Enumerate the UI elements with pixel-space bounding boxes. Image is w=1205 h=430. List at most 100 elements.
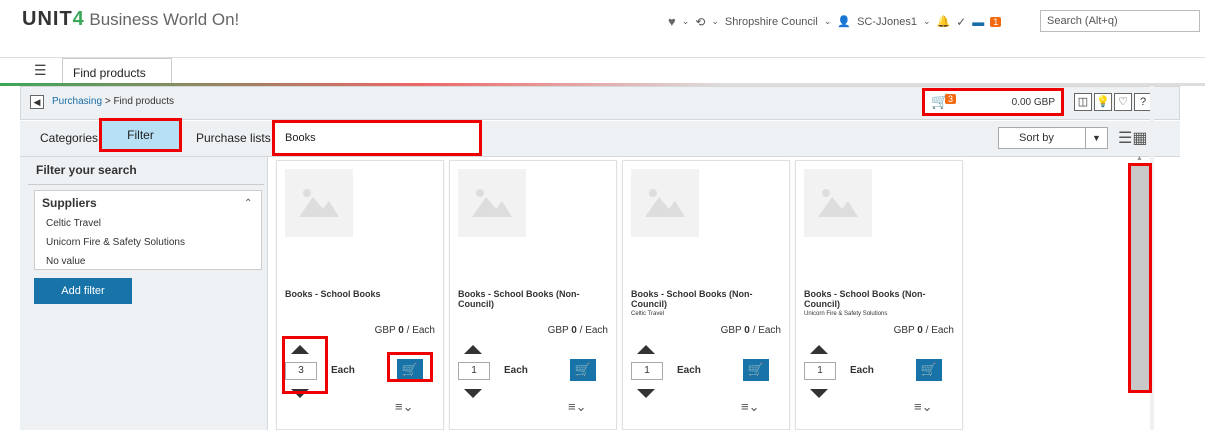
- menu-icon[interactable]: ☰: [34, 62, 47, 79]
- add-to-cart-highlight: [387, 352, 433, 382]
- company-dropdown-icon[interactable]: ⌄: [824, 16, 832, 27]
- back-icon[interactable]: ◀: [30, 95, 44, 109]
- history-dropdown-icon[interactable]: ⌄: [711, 16, 719, 27]
- favorites-dropdown-icon[interactable]: ⌄: [682, 16, 690, 27]
- product-title[interactable]: Books - School Books (Non-Council): [631, 289, 781, 309]
- increase-quantity-icon[interactable]: [637, 345, 655, 354]
- price-unit: / Each: [925, 325, 954, 336]
- product-title[interactable]: Books - School Books: [285, 289, 435, 299]
- company-selector[interactable]: Shropshire Council: [725, 16, 818, 28]
- logo-unit-text: UNIT: [22, 8, 73, 30]
- image-icon: [645, 189, 685, 217]
- collapse-icon[interactable]: ⌃: [244, 198, 252, 209]
- tab-filter[interactable]: Filter: [99, 118, 182, 152]
- cart-amount: 0.00 GBP: [1011, 97, 1055, 108]
- decrease-quantity-icon[interactable]: [637, 389, 655, 398]
- product-title[interactable]: Books - School Books (Non-Council): [458, 289, 608, 309]
- layout-toggle-icon[interactable]: ◫: [1074, 93, 1092, 111]
- supplier-option[interactable]: Unicorn Fire & Safety Solutions: [46, 237, 185, 248]
- price-currency: GBP: [374, 325, 396, 336]
- price-currency: GBP: [547, 325, 569, 336]
- increase-quantity-icon[interactable]: [810, 345, 828, 354]
- user-icon: 👤: [837, 16, 852, 28]
- top-actions: ♥ ⌄ ⟲ ⌄ Shropshire Council ⌄ 👤 SC-JJones…: [668, 14, 1002, 29]
- shopping-cart-summary[interactable]: 🛒 3 0.00 GBP: [922, 88, 1064, 116]
- price-value: 0: [917, 325, 923, 336]
- breadcrumb: Purchasing > Find products: [52, 96, 174, 107]
- product-search-input[interactable]: Books: [272, 120, 482, 156]
- global-search-placeholder: Search (Alt+q): [1047, 15, 1118, 27]
- product-supplier: Celtic Travel: [631, 311, 665, 317]
- decrease-quantity-icon[interactable]: [810, 389, 828, 398]
- history-icon[interactable]: ⟲: [695, 15, 705, 29]
- more-options-icon[interactable]: ≡⌄: [395, 399, 413, 415]
- price-value: 0: [571, 325, 577, 336]
- product-card[interactable]: Books - School Books (Non-Council) GBP 0…: [449, 160, 617, 430]
- product-image-placeholder: [804, 169, 872, 237]
- quantity-unit: Each: [504, 365, 528, 376]
- product-card[interactable]: Books - School Books (Non-Council) Unico…: [795, 160, 963, 430]
- more-options-icon[interactable]: ≡⌄: [914, 399, 932, 415]
- quantity-unit: Each: [331, 365, 355, 376]
- favorites-icon[interactable]: ♥: [668, 14, 676, 29]
- tab-categories[interactable]: Categories: [40, 131, 98, 145]
- product-image-placeholder: [458, 169, 526, 237]
- sort-by-label: Sort by: [1019, 132, 1054, 144]
- favorite-heart-icon[interactable]: ♡: [1114, 93, 1132, 111]
- supplier-option[interactable]: No value: [46, 256, 85, 267]
- price-unit: / Each: [752, 325, 781, 336]
- product-card[interactable]: Books - School Books (Non-Council) Celti…: [622, 160, 790, 430]
- lightbulb-icon[interactable]: 💡: [1094, 93, 1112, 111]
- product-price: GBP 0 / Each: [375, 325, 435, 336]
- sort-by-select[interactable]: Sort by ▼: [998, 127, 1108, 149]
- price-unit: / Each: [406, 325, 435, 336]
- add-to-cart-button[interactable]: 🛒: [916, 359, 942, 381]
- app-name: Business World On!: [89, 10, 240, 29]
- scrollbar[interactable]: [1128, 163, 1152, 393]
- price-unit: / Each: [579, 325, 608, 336]
- quantity-input[interactable]: 1: [458, 362, 490, 380]
- breadcrumb-purchasing[interactable]: Purchasing: [52, 96, 102, 107]
- suppliers-heading[interactable]: Suppliers: [42, 196, 97, 210]
- breadcrumb-separator: >: [104, 96, 111, 107]
- cart-count-badge: 3: [945, 94, 957, 104]
- quantity-input[interactable]: 1: [804, 362, 836, 380]
- logo-four-text: 4: [72, 8, 84, 30]
- user-dropdown-icon[interactable]: ⌄: [923, 16, 931, 27]
- breadcrumb-current: Find products: [113, 96, 175, 107]
- tab-label: Find products: [73, 66, 146, 80]
- product-title[interactable]: Books - School Books (Non-Council): [804, 289, 954, 309]
- notification-badge: 1: [990, 16, 1002, 27]
- app-logo[interactable]: UNIT4 Business World On!: [22, 8, 239, 31]
- price-currency: GBP: [720, 325, 742, 336]
- bell-icon[interactable]: 🔔: [937, 15, 951, 28]
- increase-quantity-icon[interactable]: [464, 345, 482, 354]
- user-menu[interactable]: SC-JJones1: [857, 16, 917, 28]
- messages-icon[interactable]: ▬: [972, 15, 984, 29]
- global-search-input[interactable]: Search (Alt+q) ⚲: [1040, 10, 1200, 32]
- more-options-icon[interactable]: ≡⌄: [568, 399, 586, 415]
- scroll-up-icon[interactable]: ▲: [1136, 155, 1143, 162]
- divider: [28, 184, 264, 185]
- supplier-option[interactable]: Celtic Travel: [46, 218, 101, 229]
- price-currency: GBP: [893, 325, 915, 336]
- list-grid-view-icon[interactable]: ☰▦: [1118, 128, 1147, 148]
- product-price: GBP 0 / Each: [548, 325, 608, 336]
- decrease-quantity-icon[interactable]: [464, 389, 482, 398]
- product-image-placeholder: [631, 169, 699, 237]
- chevron-down-icon[interactable]: ▼: [1085, 128, 1107, 148]
- image-icon: [818, 189, 858, 217]
- quantity-unit: Each: [677, 365, 701, 376]
- tab-purchase-lists[interactable]: Purchase lists: [196, 131, 271, 145]
- quantity-input[interactable]: 1: [631, 362, 663, 380]
- more-options-icon[interactable]: ≡⌄: [741, 399, 759, 415]
- tab-find-products[interactable]: Find products x: [62, 58, 172, 94]
- add-to-cart-button[interactable]: 🛒: [743, 359, 769, 381]
- price-value: 0: [744, 325, 750, 336]
- add-filter-button[interactable]: Add filter: [34, 278, 132, 304]
- product-supplier: Unicorn Fire & Safety Solutions: [804, 311, 888, 317]
- quantity-unit: Each: [850, 365, 874, 376]
- check-icon[interactable]: ✓: [956, 15, 966, 29]
- add-to-cart-button[interactable]: 🛒: [570, 359, 596, 381]
- quantity-stepper-highlight: [282, 336, 328, 394]
